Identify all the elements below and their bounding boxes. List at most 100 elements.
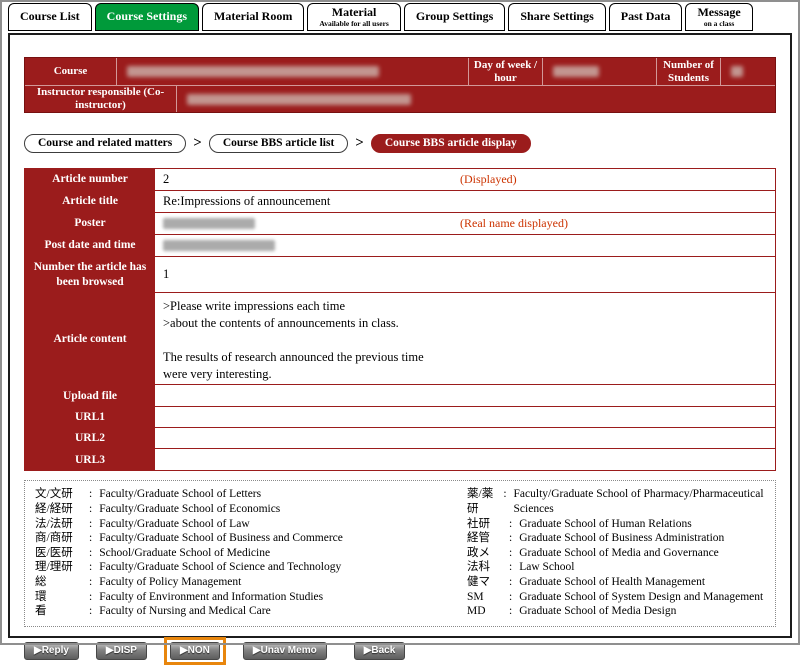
legend-item: 商/商研:Faculty/Graduate School of Business… [35,531,467,546]
reply-button[interactable]: ▶Reply [24,642,79,660]
legend-right-column: 薬/薬研:Faculty/Graduate School of Pharmacy… [467,487,767,618]
legend-abbr: 法科 [467,560,509,575]
legend-separator: : [89,502,92,517]
redacted-course-name [127,66,379,77]
legend-item: 文/文研:Faculty/Graduate School of Letters [35,487,467,502]
legend-abbr: 理/理研 [35,560,89,575]
legend-abbr: 総 [35,575,89,590]
click-target-highlight: ▶NON [164,637,226,665]
legend-item: 健マ:Graduate School of Health Management [467,575,767,590]
breadcrumb-course-and-related-matters[interactable]: Course and related matters [24,134,186,153]
legend-item: 経/経研:Faculty/Graduate School of Economic… [35,502,467,517]
breadcrumb-course-bbs-article-list[interactable]: Course BBS article list [209,134,348,153]
faculty-legend: 文/文研:Faculty/Graduate School of Letters … [24,480,776,626]
tab-label: Group Settings [416,10,493,23]
row-label: Poster [25,213,155,234]
redacted-post-date [163,240,275,251]
tab-material-room[interactable]: Material Room [202,3,304,31]
tab-material[interactable]: Material Available for all users [307,3,401,31]
legend-item: 環:Faculty of Environment and Information… [35,590,467,605]
legend-separator: : [89,531,92,546]
legend-item: 法/法研: Faculty/Graduate School of Law [35,517,467,532]
legend-item: 社研: Graduate School of Human Relations [467,517,767,532]
tab-label: Material [332,6,377,19]
row-label: URL2 [25,428,155,448]
value-text: 1 [163,267,169,282]
legend-name: Graduate School of System Design and Man… [519,590,763,605]
tab-group-settings[interactable]: Group Settings [404,3,505,31]
legend-separator: : [89,560,92,575]
row-label: Article title [25,191,155,212]
tab-message[interactable]: Message on a class [685,3,752,31]
legend-name: Faculty/Graduate School of Economics [99,502,280,517]
legend-name: Faculty of Nursing and Medical Care [99,604,271,619]
breadcrumb: Course and related matters > Course BBS … [24,134,776,153]
url3-value [155,449,775,470]
legend-separator: : [89,604,92,619]
legend-separator: : [509,604,512,619]
non-button[interactable]: ▶NON [170,642,220,660]
legend-separator: : [509,560,512,575]
legend-abbr: 薬/薬研 [467,487,503,516]
legend-abbr: 文/文研 [35,487,89,502]
number-of-students-value [721,58,775,85]
legend-item: 経管:Graduate School of Business Administr… [467,531,767,546]
tab-past-data[interactable]: Past Data [609,3,683,31]
disp-button[interactable]: ▶DISP [96,642,147,660]
legend-abbr: 法/法研 [35,517,89,532]
tab-sublabel: Available for all users [319,19,389,28]
legend-item: 薬/薬研:Faculty/Graduate School of Pharmacy… [467,487,767,516]
redacted-instructor-value [187,94,411,105]
tab-label: Course List [20,10,80,23]
article-title-value: Re:Impressions of announcement [155,191,775,212]
instructor-value [177,86,775,112]
article-row-url1: URL1 [25,407,775,428]
legend-separator: : [509,517,512,532]
course-label: Course [25,58,117,85]
legend-abbr: 社研 [467,517,509,532]
tab-label: Message [697,6,740,19]
chevron-separator-icon: > [193,136,202,151]
legend-separator: : [89,517,92,532]
tab-label: Past Data [621,10,671,23]
upload-file-value [155,385,775,406]
article-row-title: Article title Re:Impressions of announce… [25,191,775,213]
legend-separator: : [89,546,92,561]
legend-name: Law School [519,560,574,575]
row-label: URL3 [25,449,155,470]
legend-separator: : [89,590,92,605]
value-text: Re:Impressions of announcement [163,194,330,209]
back-button[interactable]: ▶Back [354,642,406,660]
row-label: Post date and time [25,235,155,256]
tab-course-settings[interactable]: Course Settings [95,3,199,31]
url1-value [155,407,775,427]
article-row-poster: Poster (Real name displayed) [25,213,775,235]
displayed-note: (Displayed) [460,172,517,187]
row-label: URL1 [25,407,155,427]
legend-name: Graduate School of Media and Governance [519,546,719,561]
course-info-row: Course Day of week / hour Number of Stud… [25,58,775,85]
legend-item: 政メ:Graduate School of Media and Governan… [467,546,767,561]
action-button-bar: ▶Reply ▶DISP ▶NON ▶Unav Memo ▶Back [24,637,776,665]
legend-separator: : [509,575,512,590]
tab-sublabel: on a class [704,19,734,28]
tab-course-list[interactable]: Course List [8,3,92,31]
legend-separator: : [89,575,92,590]
legend-name: Faculty/Graduate School of Law [99,517,249,532]
browse-count-value: 1 [155,257,775,292]
legend-abbr: 医/医研 [35,546,89,561]
tab-share-settings[interactable]: Share Settings [508,3,605,31]
breadcrumb-course-bbs-article-display[interactable]: Course BBS article display [371,134,531,153]
legend-item: 総: Faculty of Policy Management [35,575,467,590]
legend-name: Faculty of Policy Management [99,575,241,590]
day-of-week-label: Day of week / hour [469,58,543,85]
legend-name: School/Graduate School of Medicine [99,546,270,561]
legend-name: Graduate School of Human Relations [519,517,691,532]
instructor-label: Instructor responsible (Co-instructor) [25,86,177,112]
unav-memo-button[interactable]: ▶Unav Memo [243,642,327,660]
url2-value [155,428,775,448]
redacted-day-value [553,66,599,77]
legend-abbr: 経管 [467,531,509,546]
legend-abbr: 健マ [467,575,509,590]
legend-item: 法科: Law School [467,560,767,575]
